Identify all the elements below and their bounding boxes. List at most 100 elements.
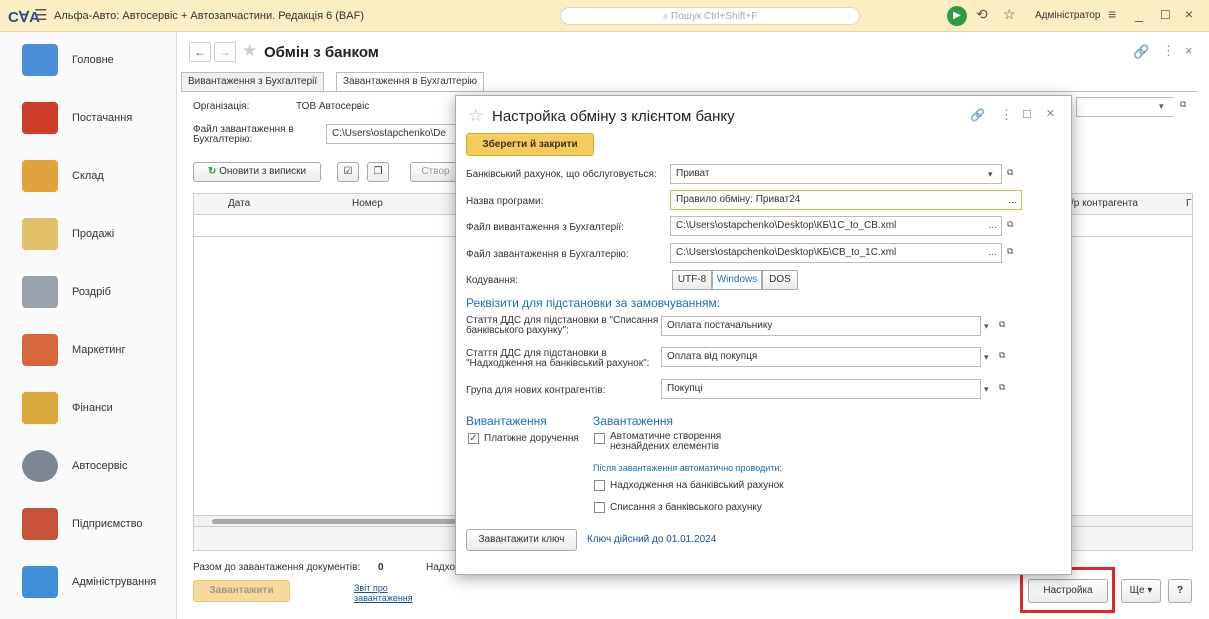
ellipsis-icon[interactable]: … — [988, 220, 997, 230]
favorite-star-icon[interactable]: ★ — [242, 41, 257, 61]
open-icon[interactable]: ⧉ — [999, 350, 1005, 361]
dropdown-arrow-icon[interactable]: ▾ — [984, 352, 989, 363]
search-placeholder: Пошук Ctrl+Shift+F — [671, 11, 758, 22]
help-button[interactable]: ? — [1168, 579, 1192, 603]
open-icon[interactable]: ⧉ — [1007, 219, 1013, 230]
sidebar-item-label: Адміністрування — [72, 576, 157, 588]
history-icon[interactable]: ⟲ — [976, 6, 988, 23]
received-label: Надхо — [426, 562, 456, 573]
receipt-checkbox[interactable] — [594, 480, 605, 491]
program-label: Назва програми: — [466, 196, 544, 207]
load-button[interactable]: Завантажити — [193, 580, 290, 602]
open-icon[interactable]: ⧉ — [1007, 167, 1013, 178]
writeoff-checkbox[interactable] — [594, 502, 605, 513]
scrollbar-thumb[interactable] — [212, 519, 462, 524]
dropdown-arrow-icon[interactable]: ▾ — [1159, 101, 1164, 112]
sidebar-item-label: Продажі — [72, 228, 115, 240]
maximize-icon[interactable]: ☐ — [1022, 108, 1032, 121]
sidebar-item-label: Головне — [72, 54, 114, 66]
col-contractor-account[interactable]: /р контрагента — [1071, 198, 1138, 209]
sidebar-item-administration[interactable]: Адміністрування — [0, 554, 177, 612]
coins-icon — [22, 392, 58, 424]
dropdown-arrow-icon[interactable]: ▾ — [984, 321, 989, 332]
open-icon[interactable]: ⧉ — [999, 382, 1005, 393]
col-last[interactable]: Г — [1186, 198, 1191, 209]
key-valid-text: Ключ дійсний до 01.01.2024 — [587, 534, 717, 545]
forward-button[interactable]: → — [214, 42, 236, 62]
sidebar-item-warehouse[interactable]: Склад — [0, 148, 177, 206]
org-label: Організація: — [193, 101, 250, 112]
sidebar-item-main[interactable]: Головне — [0, 32, 177, 90]
checkbox-icon: ☑ — [343, 166, 353, 177]
more-button[interactable]: Ще ▾ — [1121, 579, 1161, 603]
sidebar-item-retail[interactable]: Роздріб — [0, 264, 177, 322]
auto-create-checkbox[interactable] — [594, 433, 605, 444]
user-name[interactable]: Адміністратор — [1035, 10, 1100, 21]
ellipsis-icon[interactable]: … — [988, 247, 997, 257]
sidebar-item-autoservice[interactable]: Автосервіс — [0, 438, 177, 496]
sidebar-item-finance[interactable]: Фінанси — [0, 380, 177, 438]
maximize-icon[interactable]: ☐ — [1160, 8, 1171, 22]
favorite-star-icon[interactable]: ☆ — [468, 106, 483, 126]
sidebar-item-marketing[interactable]: Маркетинг — [0, 322, 177, 380]
dropdown-arrow-icon[interactable]: ▾ — [984, 384, 989, 395]
export-file-field[interactable]: C:\Users\ostapchenko\Desktop\КБ\1C_to_CB… — [670, 216, 1002, 236]
menu-icon[interactable]: ☰ — [34, 6, 47, 24]
file-field[interactable]: C:\Users\ostapchenko\De — [326, 124, 456, 144]
payment-order-label: Платіжне доручення — [484, 433, 579, 444]
link-icon[interactable]: 🔗 — [1133, 44, 1149, 60]
refresh-from-statement-button[interactable]: ↻ Оновити з виписки — [193, 162, 321, 182]
encoding-dos[interactable]: DOS — [762, 270, 798, 290]
report-link[interactable]: Звіт про завантаження — [354, 583, 434, 603]
settings-lines-icon[interactable]: ≡ — [1108, 6, 1116, 22]
sidebar-item-label: Роздріб — [72, 286, 111, 298]
org-value[interactable]: ТОВ Автосервіс — [296, 101, 369, 112]
ellipsis-icon[interactable]: … — [1008, 195, 1017, 205]
computer-icon — [22, 566, 58, 598]
close-window-icon[interactable]: × — [1185, 6, 1193, 22]
col-number[interactable]: Номер — [352, 198, 383, 209]
check-all-button[interactable]: ☑ — [337, 162, 359, 182]
encoding-windows[interactable]: Windows — [712, 270, 762, 290]
more-vertical-icon[interactable]: ⋮ — [1162, 43, 1175, 59]
create-button[interactable]: Створ — [410, 162, 460, 182]
open-icon[interactable]: ⧉ — [999, 319, 1005, 330]
bank-account-field[interactable]: Приват — [670, 164, 1002, 184]
encoding-utf8[interactable]: UTF-8 — [672, 270, 712, 290]
link-icon[interactable]: 🔗 — [970, 108, 985, 122]
page-title: Обмін з банком — [264, 44, 379, 61]
global-search-input[interactable]: ⌕ Пошук Ctrl+Shift+F — [560, 7, 860, 25]
dds-in-field[interactable]: Оплата від покупця — [661, 347, 981, 367]
open-icon[interactable]: ⧉ — [1180, 99, 1186, 110]
save-and-close-button[interactable]: Зберегти й закрити — [466, 133, 594, 156]
program-name-field[interactable]: Правило обміну: Приват24 — [670, 190, 1022, 210]
boxes-icon — [22, 160, 58, 192]
play-icon[interactable]: ▶ — [947, 6, 967, 26]
sidebar-item-enterprise[interactable]: Підприємство — [0, 496, 177, 554]
back-button[interactable]: ← — [189, 42, 211, 62]
open-icon[interactable]: ⧉ — [1007, 246, 1013, 257]
building-icon — [22, 508, 58, 540]
minimize-icon[interactable]: _ — [1135, 6, 1143, 22]
refresh-button-label: Оновити з виписки — [219, 166, 307, 177]
close-form-icon[interactable]: × — [1185, 43, 1193, 58]
payment-order-checkbox[interactable]: ✓ — [468, 433, 479, 444]
col-date[interactable]: Дата — [228, 198, 250, 209]
more-vertical-icon[interactable]: ⋮ — [1000, 107, 1013, 123]
copy-button[interactable]: ❐ — [367, 162, 389, 182]
favorites-star-icon[interactable]: ☆ — [1003, 6, 1016, 23]
tab-export[interactable]: Вивантаження з Бухгалтерії — [181, 72, 325, 92]
sidebar-item-sales[interactable]: Продажі — [0, 206, 177, 264]
import-file-field[interactable]: C:\Users\ostapchenko\Desktop\КБ\CB_to_1C… — [670, 243, 1002, 263]
dds-out-field[interactable]: Оплата постачальнику — [661, 316, 981, 336]
refresh-icon: ↻ — [207, 166, 220, 177]
home-icon — [22, 44, 58, 76]
dialog-title: Настройка обміну з клієнтом банку — [492, 108, 735, 125]
close-dialog-icon[interactable]: × — [1046, 105, 1055, 122]
receipt-label: Надходження на банківський рахунок — [610, 480, 784, 491]
load-key-button[interactable]: Завантажити ключ — [466, 529, 577, 551]
sidebar-item-supply[interactable]: Постачання — [0, 90, 177, 148]
tab-import[interactable]: Завантаження в Бухгалтерію — [336, 72, 484, 92]
dropdown-arrow-icon[interactable]: ▾ — [988, 169, 993, 180]
group-field[interactable]: Покупці — [661, 379, 981, 399]
